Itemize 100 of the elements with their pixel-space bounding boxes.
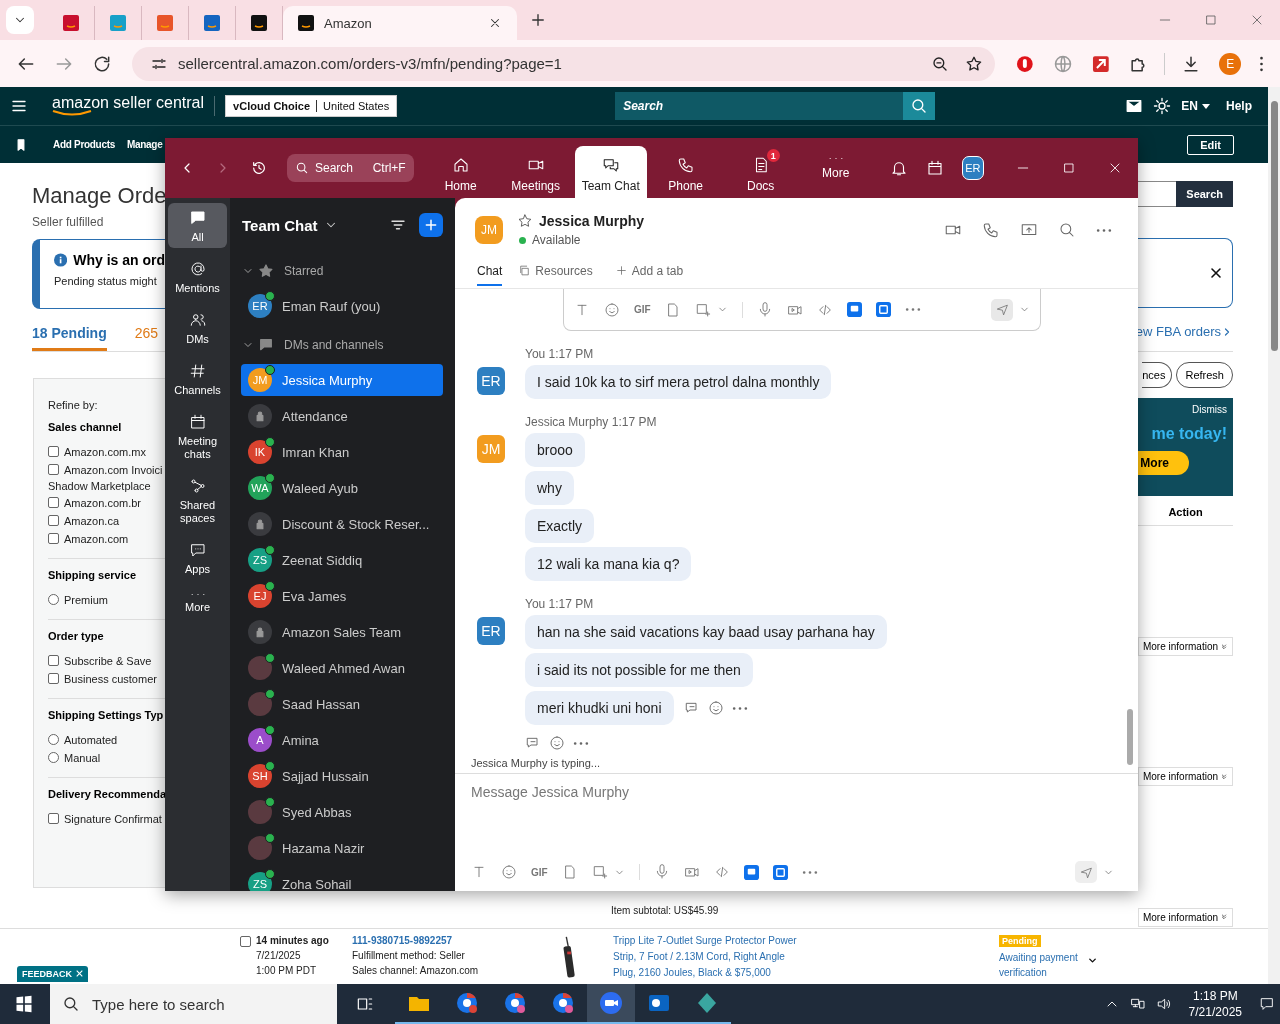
nav-tab[interactable]: Home: [424, 146, 497, 198]
taskbar-app[interactable]: [587, 984, 635, 1024]
sidebar-item[interactable]: All: [168, 203, 227, 248]
app-square-icon[interactable]: [743, 864, 759, 880]
checkbox[interactable]: [48, 533, 59, 544]
chat-list-item[interactable]: ER Eman Rauf (you): [241, 290, 443, 322]
list-title[interactable]: Team Chat: [242, 216, 318, 234]
more-icon[interactable]: [573, 740, 589, 746]
chat-tab[interactable]: Chat: [477, 264, 503, 286]
chat-list-item[interactable]: JM Jessica Murphy: [241, 364, 443, 396]
checkbox[interactable]: [48, 497, 59, 508]
checkbox[interactable]: [48, 655, 59, 666]
profile-avatar[interactable]: ER: [961, 156, 984, 180]
network-icon[interactable]: [1129, 996, 1146, 1012]
app-square-icon[interactable]: [875, 302, 891, 317]
mail-icon[interactable]: [1125, 97, 1144, 115]
add-tab-button[interactable]: Add a tab: [614, 264, 684, 284]
scrollbar[interactable]: [1268, 87, 1280, 984]
help-link[interactable]: Help: [1226, 99, 1252, 113]
sidebar-item[interactable]: More: [168, 586, 227, 618]
sidebar-item[interactable]: Channels: [168, 356, 227, 401]
search-button[interactable]: [903, 92, 936, 120]
sidebar-item[interactable]: Shared spaces: [168, 471, 227, 529]
windows-start-icon[interactable]: [14, 994, 34, 1014]
language-selector[interactable]: EN: [1181, 99, 1210, 113]
gif-button[interactable]: GIF: [531, 866, 548, 878]
promo-button[interactable]: More: [1136, 451, 1189, 475]
globe-icon[interactable]: [1052, 53, 1073, 74]
checkbox[interactable]: [48, 515, 59, 526]
chat-list-item[interactable]: ZS Zoha Sohail: [241, 868, 443, 891]
code-icon[interactable]: [713, 864, 730, 880]
checkbox[interactable]: [48, 464, 59, 475]
checkbox[interactable]: [240, 936, 251, 947]
more-information-button[interactable]: More information: [1137, 637, 1233, 656]
settings-icon[interactable]: [1153, 97, 1172, 115]
sidebar-item[interactable]: Meeting chats: [168, 407, 227, 465]
chat-list-item[interactable]: A Amina: [241, 724, 443, 756]
gif-button[interactable]: GIF: [634, 304, 651, 315]
bookmark-star-icon[interactable]: [964, 54, 983, 73]
star-icon[interactable]: [517, 213, 533, 229]
maximize-icon[interactable]: [1061, 160, 1077, 176]
nav-tab[interactable]: 1 Docs: [724, 146, 797, 198]
chat-list-item[interactable]: Waleed Ahmed Awan: [241, 652, 443, 684]
nav-tab[interactable]: More: [799, 146, 872, 198]
radio-button[interactable]: [48, 752, 59, 763]
chat-list-item[interactable]: SH Sajjad Hussain: [241, 760, 443, 792]
send-button[interactable]: [991, 298, 1013, 321]
radio-button[interactable]: [48, 734, 59, 745]
shield-icon[interactable]: [1014, 53, 1035, 74]
more-information-button[interactable]: More information: [1137, 907, 1233, 927]
order-id-link[interactable]: 111-9380715-9892257: [352, 935, 560, 946]
send-button[interactable]: [1075, 861, 1097, 883]
checkbox[interactable]: [48, 673, 59, 684]
volume-icon[interactable]: [1155, 996, 1172, 1012]
chat-list-item[interactable]: WA Waleed Ayub: [241, 472, 443, 504]
sidebar-item[interactable]: DMs: [168, 305, 227, 350]
nav-link[interactable]: Add Products: [53, 139, 115, 150]
chat-tab[interactable]: Resources: [518, 264, 593, 284]
new-tab-icon[interactable]: [529, 11, 547, 29]
chat-list-item[interactable]: Saad Hassan: [241, 688, 443, 720]
nav-tab[interactable]: Meetings: [499, 146, 572, 198]
search-icon[interactable]: [1058, 221, 1076, 239]
sidebar-item[interactable]: Mentions: [168, 254, 227, 299]
section-header[interactable]: Starred: [284, 264, 324, 278]
more-icon[interactable]: [801, 869, 818, 875]
bookmark-icon[interactable]: [14, 137, 28, 152]
screenshot-icon[interactable]: [591, 864, 608, 880]
search-field[interactable]: Search Ctrl+F: [287, 154, 414, 182]
close-icon[interactable]: [1208, 265, 1224, 281]
emoji-icon[interactable]: [549, 735, 565, 751]
edit-button[interactable]: Edit: [1187, 134, 1234, 155]
chat-list-item[interactable]: Discount & Stock Reser...: [241, 508, 443, 540]
reply-icon[interactable]: [525, 735, 541, 751]
section-header[interactable]: DMs and channels: [284, 338, 384, 352]
store-selector[interactable]: vCloud Choice United States: [225, 95, 398, 117]
feedback-tab[interactable]: FEEDBACK: [17, 966, 88, 982]
chat-list-item[interactable]: Amazon Sales Team: [241, 616, 443, 648]
reply-icon[interactable]: [683, 700, 700, 716]
address-bar[interactable]: sellercentral.amazon.com/orders-v3/mfn/pending?page=1: [132, 46, 995, 81]
taskbar-search-field[interactable]: Type here to search: [50, 984, 337, 1024]
new-chat-button[interactable]: [419, 213, 443, 237]
chat-list-item[interactable]: Attendance: [241, 400, 443, 432]
scrollbar[interactable]: [1127, 709, 1133, 765]
nav-link[interactable]: Manage: [126, 139, 163, 150]
search-button[interactable]: Search: [1176, 181, 1233, 207]
more-icon[interactable]: [731, 705, 748, 711]
nav-tab[interactable]: Team Chat: [574, 146, 647, 198]
screenshot-icon[interactable]: [694, 301, 711, 318]
more-icon[interactable]: [904, 307, 921, 312]
seller-central-logo[interactable]: amazon seller central: [52, 96, 205, 116]
history-icon[interactable]: [251, 160, 267, 176]
dismiss-link[interactable]: Dismiss: [1192, 404, 1227, 415]
bell-icon[interactable]: [889, 159, 908, 177]
calendar-icon[interactable]: [925, 159, 944, 177]
radio-button[interactable]: [48, 594, 59, 605]
order-tab[interactable]: 18 Pending: [32, 325, 107, 351]
chat-list-item[interactable]: EJ Eva James: [241, 580, 443, 612]
notifications-icon[interactable]: [1259, 996, 1275, 1012]
search-field[interactable]: Search: [615, 92, 904, 120]
sidebar-item[interactable]: Apps: [168, 535, 227, 580]
